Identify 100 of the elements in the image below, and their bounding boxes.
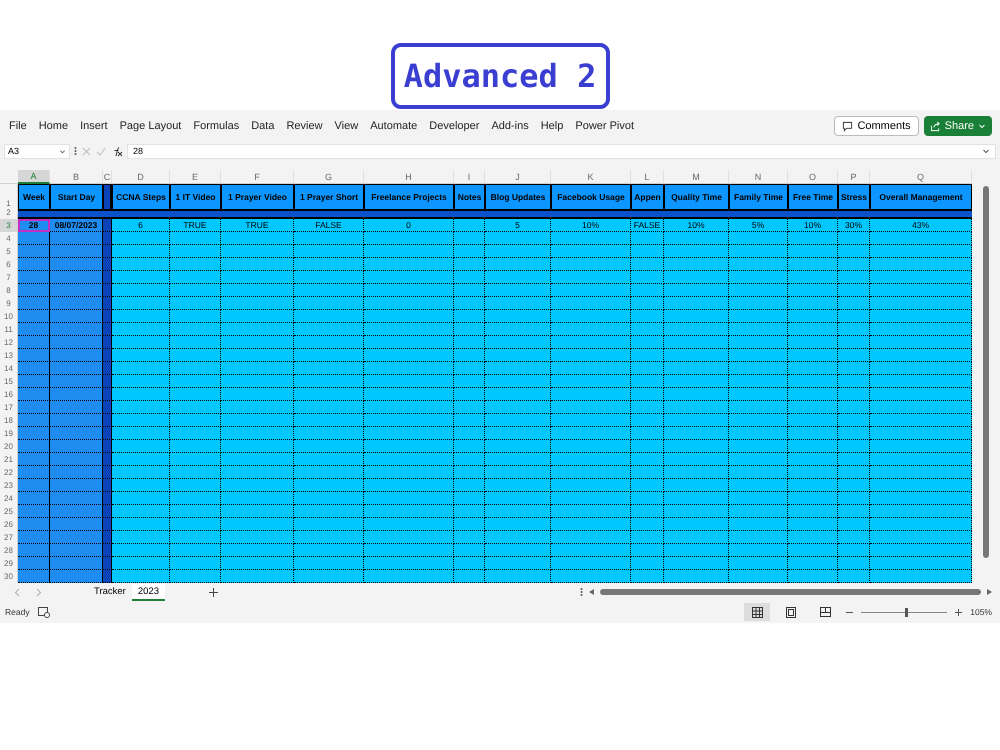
column-header: Week <box>18 184 50 210</box>
menu-tab[interactable]: File <box>9 120 27 132</box>
more-icon <box>580 587 583 597</box>
menu-tab[interactable]: Automate <box>370 120 418 132</box>
row-number[interactable]: 4 <box>0 232 18 245</box>
menu-tab[interactable]: Data <box>251 120 274 132</box>
table-cell: 28 <box>18 219 50 232</box>
menu-tab[interactable]: View <box>334 120 358 132</box>
formula-field[interactable]: 28 <box>127 144 996 158</box>
column-letter[interactable]: F <box>221 170 294 184</box>
menu-tab[interactable]: Review <box>286 120 323 132</box>
table-cell: 5 <box>485 219 551 232</box>
share-button[interactable]: Share <box>924 116 992 136</box>
menu-tab[interactable]: Help <box>540 120 564 132</box>
column-header: Facebook Usage <box>551 184 631 210</box>
column-letter[interactable]: M <box>664 170 729 184</box>
divider-cell <box>103 184 112 210</box>
table-cell: 5% <box>729 219 788 232</box>
column-header: 1 IT Video <box>170 184 221 210</box>
row-number[interactable]: 13 <box>0 349 18 362</box>
column-header: Appen <box>631 184 664 210</box>
row-number[interactable]: 10 <box>0 310 18 323</box>
table-cell: 30% <box>838 219 870 232</box>
row-number[interactable]: 7 <box>0 271 18 284</box>
zoom-level: 105% <box>970 607 992 617</box>
cancel-icon <box>82 146 91 156</box>
comments-button[interactable]: Comments <box>834 116 919 136</box>
row-number[interactable]: 29 <box>0 557 18 570</box>
more-icon <box>74 146 77 156</box>
row-number[interactable]: 17 <box>0 401 18 414</box>
table-cell: FALSE <box>631 219 664 232</box>
row-number[interactable]: 26 <box>0 518 18 531</box>
column-letter[interactable]: K <box>551 170 631 184</box>
row-number[interactable]: 21 <box>0 453 18 466</box>
comment-icon <box>842 120 854 132</box>
row-number[interactable]: 3 <box>0 219 18 232</box>
row-number[interactable]: 6 <box>0 258 18 271</box>
sheet-tab[interactable]: Tracker <box>88 584 132 600</box>
column-letter[interactable]: D <box>112 170 170 184</box>
menu-tab[interactable]: Add-ins <box>491 120 529 132</box>
chevron-down-icon <box>59 148 66 154</box>
menu-tab[interactable]: Power Pivot <box>575 120 634 132</box>
row-number[interactable]: 27 <box>0 531 18 544</box>
row-number[interactable]: 9 <box>0 297 18 310</box>
table-cell: 08/07/2023 <box>50 219 103 232</box>
name-box[interactable]: A3 <box>4 144 70 158</box>
column-letter[interactable]: A <box>18 170 50 184</box>
row-number[interactable]: 23 <box>0 479 18 492</box>
zoom-in-icon <box>955 608 962 616</box>
column-letter[interactable]: I <box>454 170 485 184</box>
column-header: Start Day <box>50 184 103 210</box>
status-text: Ready <box>5 607 30 617</box>
row-number[interactable]: 24 <box>0 492 18 505</box>
normal-view-icon[interactable] <box>744 603 770 621</box>
row-number[interactable]: 11 <box>0 323 18 336</box>
table-cell: TRUE <box>221 219 294 232</box>
column-letter[interactable]: O <box>788 170 838 184</box>
table-cell: TRUE <box>170 219 221 232</box>
column-letter[interactable]: H <box>364 170 454 184</box>
sheet-tab[interactable]: 2023 <box>132 584 165 600</box>
row-number[interactable]: 19 <box>0 427 18 440</box>
column-letter[interactable]: Q <box>870 170 972 184</box>
zoom-thumb[interactable] <box>904 608 908 616</box>
column-header: Blog Updates <box>485 184 551 210</box>
column-letter[interactable]: N <box>729 170 788 184</box>
chevron-down-icon <box>982 147 990 155</box>
row-number[interactable]: 25 <box>0 505 18 518</box>
menu-tab[interactable]: Home <box>38 120 68 132</box>
horizontal-scrollbar[interactable] <box>600 589 981 595</box>
menu-tab[interactable]: Developer <box>429 120 480 132</box>
column-letter[interactable]: E <box>170 170 221 184</box>
column-letter[interactable]: L <box>631 170 664 184</box>
row-number[interactable]: 1 <box>0 184 18 210</box>
row-number[interactable]: 14 <box>0 362 18 375</box>
table-cell: 10% <box>664 219 729 232</box>
row-number[interactable]: 18 <box>0 414 18 427</box>
column-header: CCNA Steps <box>112 184 170 210</box>
chevron-down-icon <box>978 122 986 130</box>
row-number[interactable]: 12 <box>0 336 18 349</box>
menu-tab[interactable]: Page Layout <box>120 120 182 132</box>
row-number[interactable]: 16 <box>0 388 18 401</box>
column-header: Freelance Projects <box>364 184 454 210</box>
column-letter[interactable]: J <box>485 170 551 184</box>
row-number[interactable]: 5 <box>0 245 18 258</box>
column-letter[interactable]: P <box>838 170 870 184</box>
row-number[interactable]: 22 <box>0 466 18 479</box>
row-number[interactable]: 30 <box>0 570 18 583</box>
row-number[interactable]: 8 <box>0 284 18 297</box>
row-number[interactable]: 15 <box>0 375 18 388</box>
column-letter[interactable]: B <box>50 170 103 184</box>
row-number[interactable]: 28 <box>0 544 18 557</box>
scroll-right-icon <box>987 589 992 595</box>
column-header: Free Time <box>788 184 838 210</box>
row-number[interactable]: 2 <box>0 210 18 219</box>
column-letter[interactable]: G <box>294 170 364 184</box>
column-letter[interactable]: C <box>103 170 112 184</box>
row-number[interactable]: 20 <box>0 440 18 453</box>
menu-tab[interactable]: Insert <box>80 120 108 132</box>
table-cell: 10% <box>551 219 631 232</box>
menu-tab[interactable]: Formulas <box>193 120 240 132</box>
